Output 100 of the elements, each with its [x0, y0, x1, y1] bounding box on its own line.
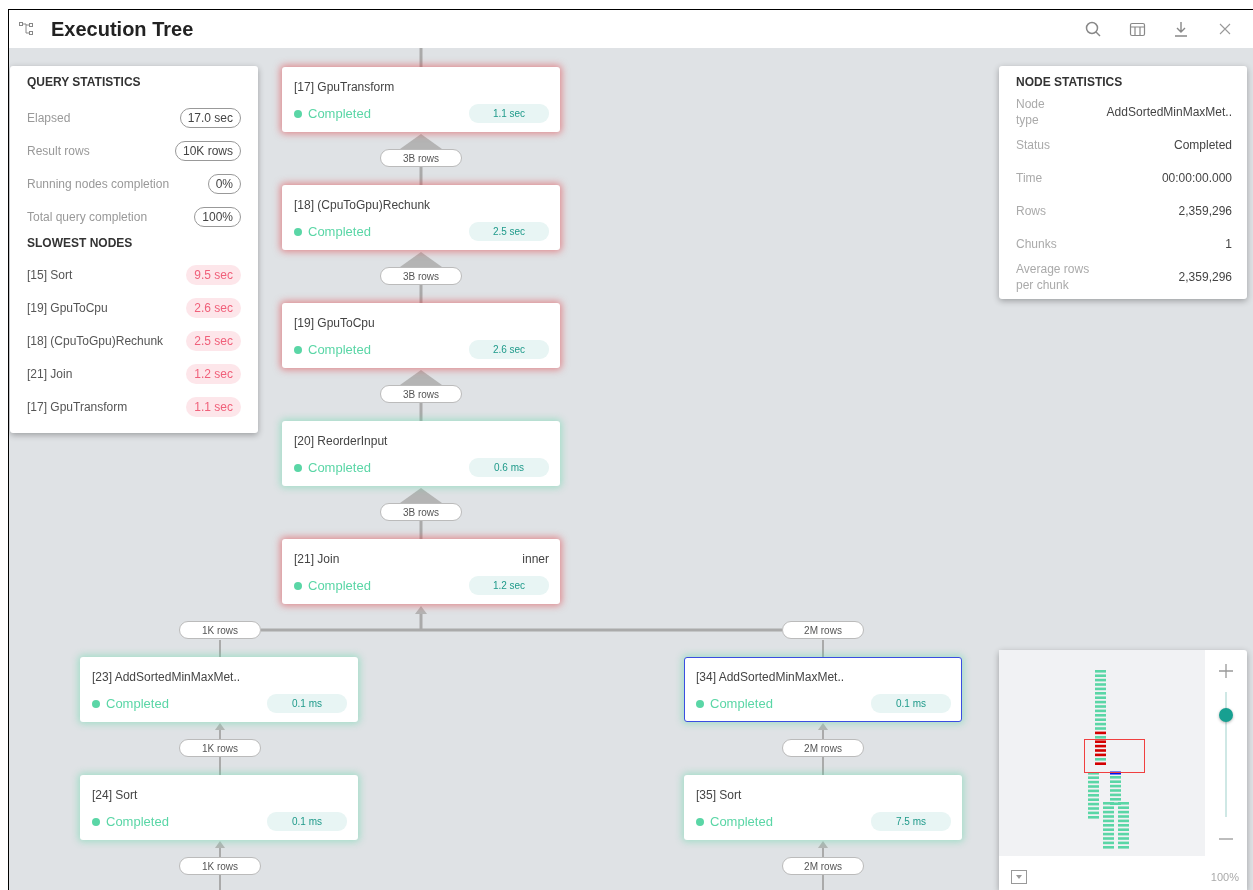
node-title: [20] ReorderInput: [294, 434, 388, 448]
duration-badge: 9.5 sec: [186, 264, 241, 285]
status-text: Completed: [308, 224, 371, 239]
status-dot: [294, 227, 302, 236]
stat-value: Completed: [1172, 136, 1232, 154]
duration-badge: 1.2 sec: [186, 363, 241, 384]
stat-label: Total query completion: [27, 209, 148, 224]
panel-heading: SLOWEST NODES: [27, 236, 134, 250]
row-count-label: 3B rows: [380, 503, 462, 521]
node-title: [35] Sort: [696, 788, 742, 802]
zoom-in-icon[interactable]: [1218, 663, 1234, 679]
node-name[interactable]: [17] GpuTransform: [27, 399, 128, 414]
stat-label: Node type: [1016, 95, 1046, 128]
node-card[interactable]: [21] Join inner Completed 1.2 sec: [282, 539, 560, 604]
duration-badge: 0.1 ms: [267, 812, 347, 831]
connector-line: [419, 48, 423, 67]
duration-badge: 0.1 ms: [267, 694, 347, 713]
stat-value: 00:00:00.000: [1160, 169, 1232, 187]
duration-badge: 0.6 ms: [469, 458, 549, 477]
status-text: Completed: [308, 106, 371, 121]
status-dot: [294, 109, 302, 118]
stat-label: Result rows: [27, 143, 90, 158]
duration-badge: 2.5 sec: [186, 330, 241, 351]
node-name[interactable]: [18] (CpuToGpu)Rechunk: [27, 333, 164, 348]
connector-line: [419, 285, 423, 303]
status-dot: [696, 817, 704, 826]
status-dot: [294, 345, 302, 354]
status-text: Completed: [308, 578, 371, 593]
node-card[interactable]: [24] Sort Completed 0.1 ms: [80, 775, 358, 840]
duration-badge: 1.1 sec: [469, 104, 549, 123]
node-title: [17] GpuTransform: [294, 80, 395, 94]
tree-icon: [19, 22, 33, 36]
duration-badge: 2.5 sec: [469, 222, 549, 241]
connector-line: [419, 521, 423, 539]
duration-badge: 2.6 sec: [469, 340, 549, 359]
row-count-label: 1K rows: [179, 739, 261, 757]
row-count-label: 3B rows: [380, 267, 462, 285]
search-icon[interactable]: [1084, 20, 1102, 38]
join-type: inner: [522, 552, 549, 566]
status-text: Completed: [106, 696, 169, 711]
panel-heading: QUERY STATISTICS: [27, 75, 142, 89]
status-text: Completed: [710, 814, 773, 829]
duration-badge: 7.5 ms: [871, 812, 951, 831]
connector-line: [219, 639, 221, 658]
status-text: Completed: [710, 696, 773, 711]
status-text: Completed: [308, 342, 371, 357]
stat-value: AddSortedMinMaxMet..: [1106, 103, 1232, 121]
status-text: Completed: [106, 814, 169, 829]
slider-thumb[interactable]: [1219, 707, 1233, 722]
status-dot: [696, 699, 704, 708]
panel-heading: NODE STATISTICS: [1016, 75, 1124, 89]
node-card[interactable]: [19] GpuToCpu Completed 2.6 sec: [282, 303, 560, 368]
row-count-label: 3B rows: [380, 385, 462, 403]
stat-value: 2,359,296: [1177, 268, 1232, 286]
zoom-level: 100%: [1210, 871, 1239, 883]
node-card[interactable]: [23] AddSortedMinMaxMet.. Completed 0.1 ms: [80, 657, 358, 722]
duration-badge: 0.1 ms: [871, 694, 951, 713]
connector-line: [419, 403, 423, 421]
status-dot: [294, 581, 302, 590]
node-card[interactable]: [20] ReorderInput Completed 0.6 ms: [282, 421, 560, 486]
node-name[interactable]: [15] Sort: [27, 267, 73, 282]
connector-line: [419, 167, 423, 185]
node-title: [34] AddSortedMinMaxMet..: [696, 670, 845, 684]
row-count-label: 2M rows: [782, 739, 864, 757]
download-icon[interactable]: [1172, 20, 1190, 38]
duration-badge: 1.1 sec: [186, 396, 241, 417]
table-icon[interactable]: [1128, 20, 1146, 38]
node-name[interactable]: [21] Join: [27, 366, 73, 381]
node-title: [23] AddSortedMinMaxMet..: [92, 670, 241, 684]
row-count-label: 2M rows: [782, 621, 864, 639]
status-dot: [92, 817, 100, 826]
connector-line: [822, 639, 824, 658]
stat-label: Elapsed: [27, 110, 71, 125]
row-count-label: 1K rows: [179, 621, 261, 639]
node-card[interactable]: [34] AddSortedMinMaxMet.. Completed 0.1 ms: [684, 657, 962, 722]
caret-icon: [1016, 875, 1022, 879]
stat-label: Average rows per chunk: [1016, 260, 1091, 293]
stat-value: 1: [1224, 235, 1232, 253]
status-text: Completed: [308, 460, 371, 475]
stat-label: Rows: [1016, 202, 1047, 220]
stat-label: Time: [1016, 169, 1044, 187]
row-count-label: 3B rows: [380, 149, 462, 167]
duration-badge: 1.2 sec: [469, 576, 549, 595]
window-title: Execution Tree: [51, 17, 195, 41]
stat-label: Chunks: [1016, 235, 1058, 253]
node-card[interactable]: [18] (CpuToGpu)Rechunk Completed 2.5 sec: [282, 185, 560, 250]
stat-label: Status: [1016, 136, 1052, 154]
node-name[interactable]: [19] GpuToCpu: [27, 300, 108, 315]
duration-badge: 2.6 sec: [186, 297, 241, 318]
node-card[interactable]: [17] GpuTransform Completed 1.1 sec: [282, 67, 560, 132]
dropdown-toggle[interactable]: [1011, 870, 1027, 884]
status-dot: [294, 463, 302, 472]
status-dot: [92, 699, 100, 708]
stat-value: 2,359,296: [1177, 202, 1232, 220]
node-title: [21] Join: [294, 552, 340, 566]
node-title: [18] (CpuToGpu)Rechunk: [294, 198, 431, 212]
node-title: [19] GpuToCpu: [294, 316, 375, 330]
node-card[interactable]: [35] Sort Completed 7.5 ms: [684, 775, 962, 840]
node-title: [24] Sort: [92, 788, 138, 802]
row-count-label: 1K rows: [179, 857, 261, 875]
